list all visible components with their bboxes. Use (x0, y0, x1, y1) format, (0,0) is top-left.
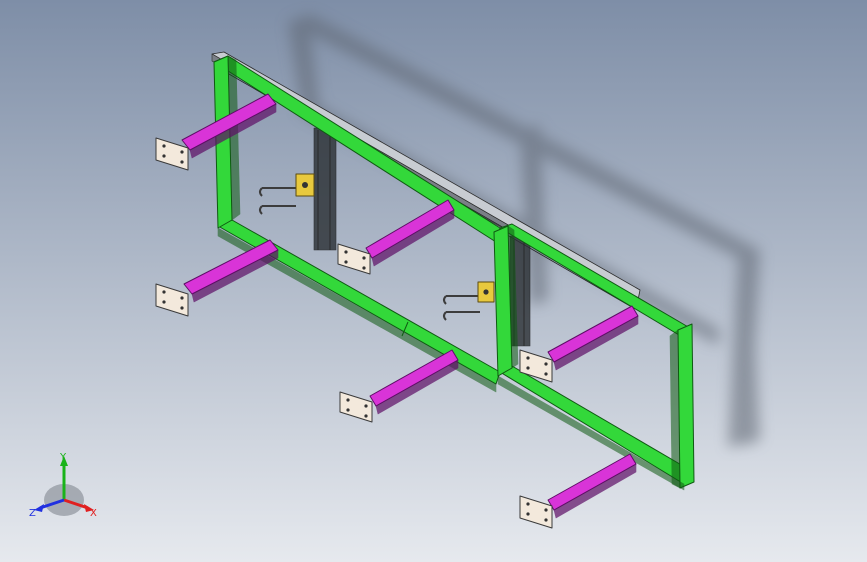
vertical-column-left (313, 127, 337, 251)
cad-scene[interactable]: Y X Z (0, 0, 867, 562)
x-axis-label: X (90, 508, 97, 519)
graphics-viewport[interactable]: Y X Z (0, 0, 867, 562)
z-axis-label: Z (29, 508, 36, 519)
y-axis-label: Y (59, 452, 67, 463)
